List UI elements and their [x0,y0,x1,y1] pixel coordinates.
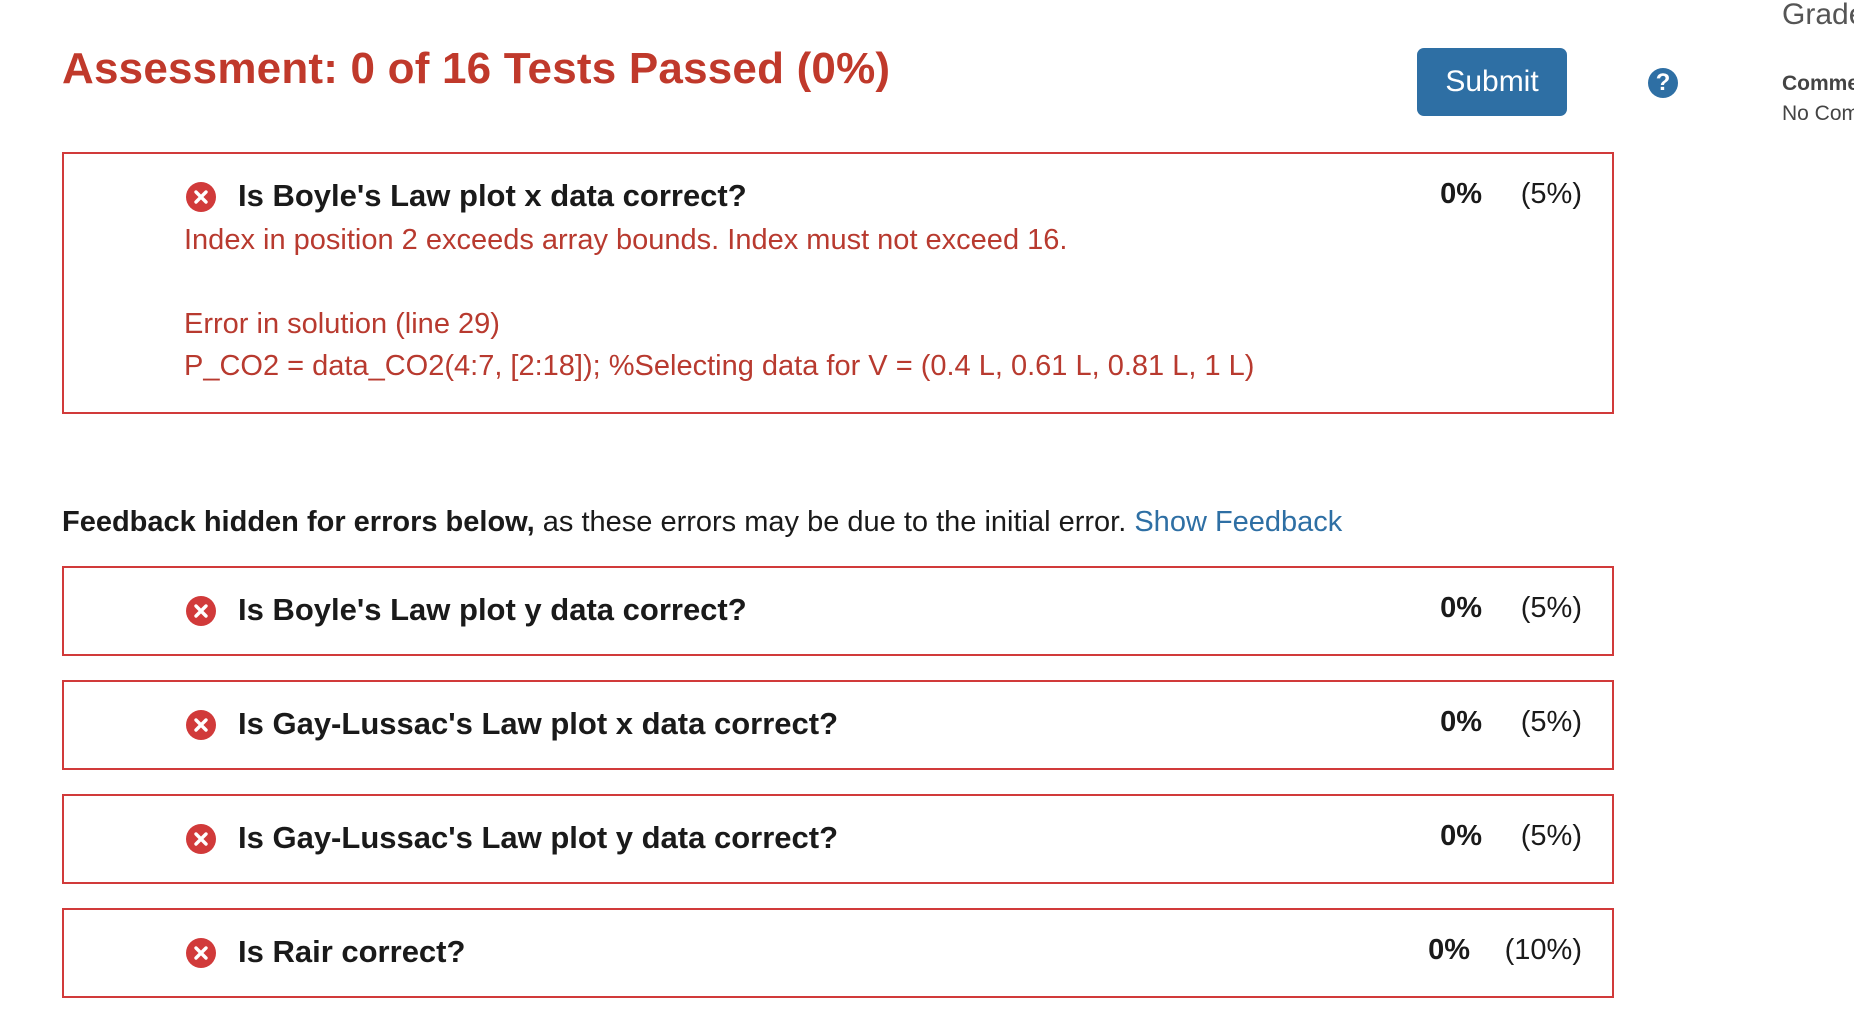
test-result-card: Is Gay-Lussac's Law plot x data correct?… [62,680,1614,770]
test-weight: (10%) [1504,934,1582,966]
test-header: Is Gay-Lussac's Law plot x data correct? [186,706,1612,746]
x-circle-icon [186,938,216,968]
test-name: Is Gay-Lussac's Law plot y data correct? [238,820,839,855]
x-circle-icon [186,710,216,740]
error-code-line: P_CO2 = data_CO2(4:7, [2:18]); %Selectin… [184,350,1255,382]
test-result-card: Is Boyle's Law plot y data correct? 0% (… [62,566,1614,656]
test-header: Is Gay-Lussac's Law plot y data correct? [186,820,1612,860]
x-circle-icon [186,182,216,212]
submit-button[interactable]: Submit [1417,48,1567,116]
feedback-hidden-notice: Feedback hidden for errors below, as the… [62,506,1342,539]
grade-label: Grade [1782,0,1854,31]
test-weight: (5%) [1520,706,1582,738]
test-score: 0% [1440,592,1482,624]
feedback-bold-text: Feedback hidden for errors below, [62,506,535,538]
help-icon[interactable]: ? [1648,68,1678,98]
test-weight: (5%) [1520,592,1582,624]
assessment-main: Assessment: 0 of 16 Tests Passed (0%) Su… [62,0,1678,998]
assessment-header: Assessment: 0 of 16 Tests Passed (0%) Su… [62,0,1678,150]
error-message: Index in position 2 exceeds array bounds… [184,224,1068,256]
test-result-card: Is Boyle's Law plot x data correct? 0% (… [62,152,1614,414]
test-result-card: Is Rair correct? 0% (10%) [62,908,1614,998]
test-score: 0% [1428,934,1470,966]
test-header: Is Boyle's Law plot y data correct? [186,592,1612,632]
feedback-text: as these errors may be due to the initia… [534,506,1135,538]
test-header: Is Rair correct? [186,934,1612,974]
test-name: Is Boyle's Law plot y data correct? [238,592,747,627]
assessment-page: Assessment: 0 of 16 Tests Passed (0%) Su… [0,0,1854,1022]
test-header: Is Boyle's Law plot x data correct? [186,178,1612,218]
test-result-card: Is Gay-Lussac's Law plot y data correct?… [62,794,1614,884]
show-feedback-link[interactable]: Show Feedback [1134,506,1342,538]
x-circle-icon [186,596,216,626]
test-weight: (5%) [1520,820,1582,852]
test-name: Is Gay-Lussac's Law plot x data correct? [238,706,839,741]
test-score: 0% [1440,820,1482,852]
x-circle-icon [186,824,216,854]
test-score: 0% [1440,178,1482,210]
test-name: Is Rair correct? [238,934,466,969]
test-score: 0% [1440,706,1482,738]
error-location: Error in solution (line 29) [184,308,500,340]
page-title: Assessment: 0 of 16 Tests Passed (0%) [62,44,891,93]
comments-label: Comments [1782,72,1854,95]
test-name: Is Boyle's Law plot x data correct? [238,178,747,213]
comments-value: No Comments [1782,102,1854,125]
test-weight: (5%) [1520,178,1582,210]
